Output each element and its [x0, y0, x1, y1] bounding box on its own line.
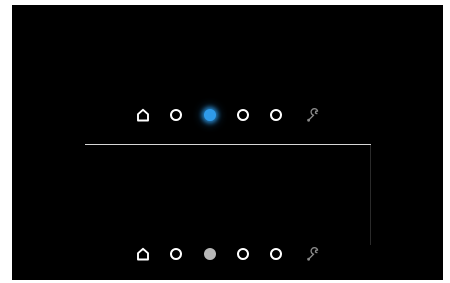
settings-button[interactable]	[301, 242, 325, 266]
page-dot-1[interactable]	[164, 103, 188, 127]
home-icon	[137, 108, 149, 122]
page-dot-4[interactable]	[264, 242, 288, 266]
page-dot-2-selected[interactable]	[198, 103, 222, 127]
settings-button[interactable]	[301, 103, 325, 127]
home-button[interactable]	[131, 103, 155, 127]
circle-icon	[237, 248, 249, 260]
device-screen	[12, 5, 443, 280]
wrench-icon	[307, 108, 319, 122]
page-dot-4[interactable]	[264, 103, 288, 127]
top-page-indicator	[12, 103, 443, 127]
divider-line	[85, 144, 371, 145]
circle-icon	[270, 109, 282, 121]
circle-icon	[170, 248, 182, 260]
page-dot-2-current[interactable]	[198, 242, 222, 266]
page-dot-1[interactable]	[164, 242, 188, 266]
circle-icon	[204, 109, 216, 121]
page-dot-3[interactable]	[231, 103, 255, 127]
bottom-page-indicator	[12, 242, 443, 266]
circle-icon	[170, 109, 182, 121]
home-icon	[137, 247, 149, 261]
wrench-icon	[307, 247, 319, 261]
page-dot-3[interactable]	[231, 242, 255, 266]
home-button[interactable]	[131, 242, 155, 266]
circle-icon	[204, 248, 216, 260]
circle-icon	[237, 109, 249, 121]
panel-edge	[370, 145, 371, 245]
circle-icon	[270, 248, 282, 260]
